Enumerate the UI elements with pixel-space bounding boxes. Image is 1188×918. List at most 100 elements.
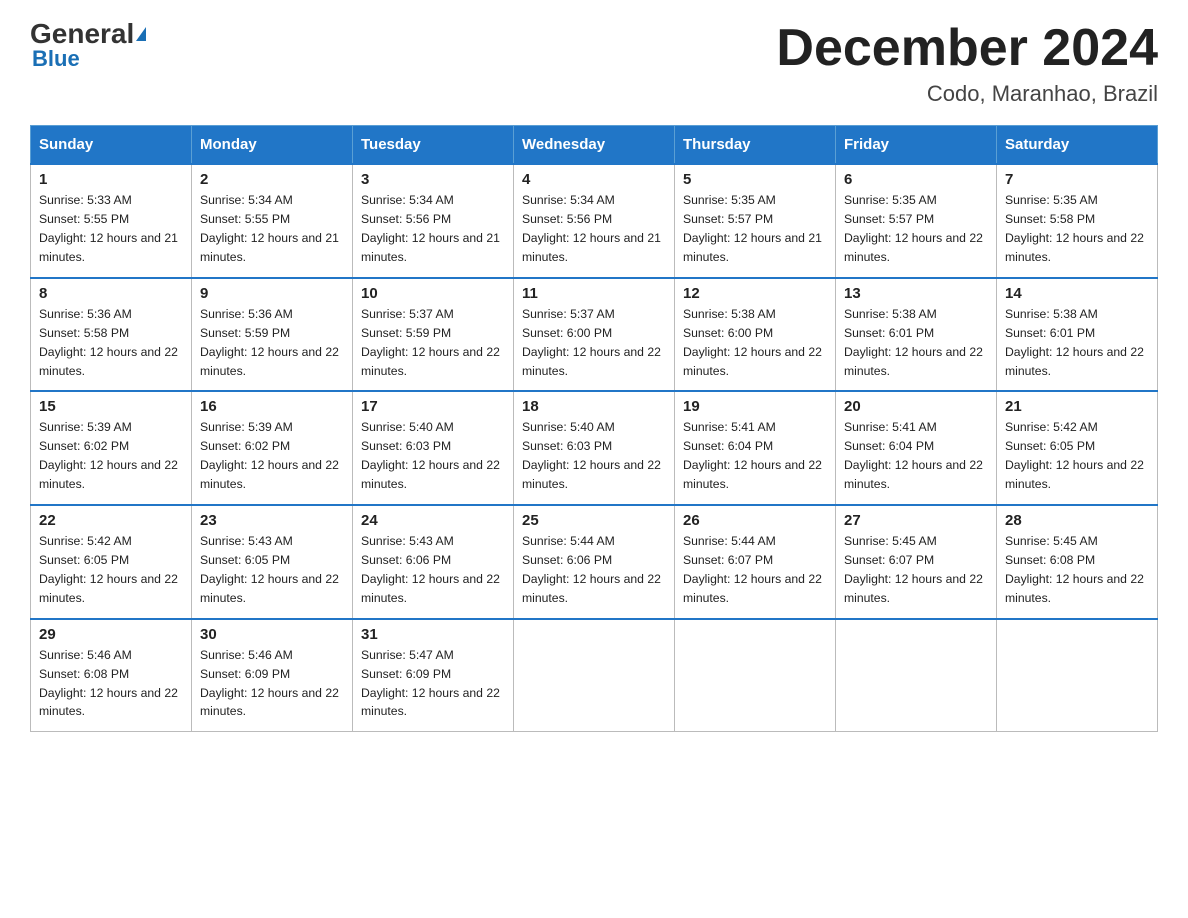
table-row: 15 Sunrise: 5:39 AMSunset: 6:02 PMDayligh…	[31, 391, 192, 505]
calendar-week-row: 29 Sunrise: 5:46 AMSunset: 6:08 PMDayligh…	[31, 619, 1158, 732]
table-row: 30 Sunrise: 5:46 AMSunset: 6:09 PMDayligh…	[192, 619, 353, 732]
day-number: 9	[200, 285, 344, 302]
calendar-week-row: 22 Sunrise: 5:42 AMSunset: 6:05 PMDayligh…	[31, 505, 1158, 619]
table-row: 23 Sunrise: 5:43 AMSunset: 6:05 PMDayligh…	[192, 505, 353, 619]
day-info: Sunrise: 5:38 AMSunset: 6:01 PMDaylight:…	[1005, 305, 1149, 381]
table-row: 25 Sunrise: 5:44 AMSunset: 6:06 PMDayligh…	[514, 505, 675, 619]
day-info: Sunrise: 5:43 AMSunset: 6:05 PMDaylight:…	[200, 532, 344, 608]
logo-blue-text: Blue	[32, 46, 80, 72]
day-info: Sunrise: 5:34 AMSunset: 5:56 PMDaylight:…	[522, 191, 666, 267]
day-info: Sunrise: 5:37 AMSunset: 6:00 PMDaylight:…	[522, 305, 666, 381]
calendar-week-row: 1 Sunrise: 5:33 AMSunset: 5:55 PMDaylight…	[31, 164, 1158, 278]
calendar-week-row: 8 Sunrise: 5:36 AMSunset: 5:58 PMDaylight…	[31, 278, 1158, 392]
table-row	[514, 619, 675, 732]
day-info: Sunrise: 5:38 AMSunset: 6:00 PMDaylight:…	[683, 305, 827, 381]
day-info: Sunrise: 5:44 AMSunset: 6:07 PMDaylight:…	[683, 532, 827, 608]
day-info: Sunrise: 5:33 AMSunset: 5:55 PMDaylight:…	[39, 191, 183, 267]
day-info: Sunrise: 5:36 AMSunset: 5:58 PMDaylight:…	[39, 305, 183, 381]
day-number: 28	[1005, 512, 1149, 529]
table-row: 9Sunrise: 5:36 AMSunset: 5:59 PMDaylight…	[192, 278, 353, 392]
day-number: 6	[844, 171, 988, 188]
day-number: 31	[361, 626, 505, 643]
day-number: 29	[39, 626, 183, 643]
day-number: 30	[200, 626, 344, 643]
table-row: 20Sunrise: 5:41 AMSunset: 6:04 PMDayligh…	[836, 391, 997, 505]
header-sunday: Sunday	[31, 126, 192, 165]
day-info: Sunrise: 5:39 AMSunset: 6:02 PMDaylight:…	[200, 418, 344, 494]
table-row	[997, 619, 1158, 732]
day-number: 5	[683, 171, 827, 188]
logo: General Blue	[30, 20, 146, 72]
table-row: 16 Sunrise: 5:39 AMSunset: 6:02 PMDayligh…	[192, 391, 353, 505]
day-info: Sunrise: 5:34 AMSunset: 5:56 PMDaylight:…	[361, 191, 505, 267]
day-info: Sunrise: 5:35 AMSunset: 5:57 PMDaylight:…	[683, 191, 827, 267]
table-row: 2 Sunrise: 5:34 AMSunset: 5:55 PMDaylight…	[192, 164, 353, 278]
day-number: 24	[361, 512, 505, 529]
day-info: Sunrise: 5:45 AMSunset: 6:08 PMDaylight:…	[1005, 532, 1149, 608]
day-info: Sunrise: 5:46 AMSunset: 6:08 PMDaylight:…	[39, 646, 183, 722]
day-info: Sunrise: 5:47 AMSunset: 6:09 PMDaylight:…	[361, 646, 505, 722]
day-number: 8	[39, 285, 183, 302]
table-row: 19 Sunrise: 5:41 AMSunset: 6:04 PMDayligh…	[675, 391, 836, 505]
day-info: Sunrise: 5:40 AMSunset: 6:03 PMDaylight:…	[361, 418, 505, 494]
day-info: Sunrise: 5:42 AMSunset: 6:05 PMDaylight:…	[39, 532, 183, 608]
page-header: General Blue December 2024 Codo, Maranha…	[30, 20, 1158, 107]
table-row: 18 Sunrise: 5:40 AMSunset: 6:03 PMDayligh…	[514, 391, 675, 505]
table-row: 11 Sunrise: 5:37 AMSunset: 6:00 PMDayligh…	[514, 278, 675, 392]
day-info: Sunrise: 5:39 AMSunset: 6:02 PMDaylight:…	[39, 418, 183, 494]
day-info: Sunrise: 5:44 AMSunset: 6:06 PMDaylight:…	[522, 532, 666, 608]
table-row: 8 Sunrise: 5:36 AMSunset: 5:58 PMDaylight…	[31, 278, 192, 392]
table-row: 13Sunrise: 5:38 AMSunset: 6:01 PMDayligh…	[836, 278, 997, 392]
table-row: 24Sunrise: 5:43 AMSunset: 6:06 PMDayligh…	[353, 505, 514, 619]
day-info: Sunrise: 5:41 AMSunset: 6:04 PMDaylight:…	[683, 418, 827, 494]
table-row: 12 Sunrise: 5:38 AMSunset: 6:00 PMDayligh…	[675, 278, 836, 392]
day-info: Sunrise: 5:40 AMSunset: 6:03 PMDaylight:…	[522, 418, 666, 494]
table-row: 6 Sunrise: 5:35 AMSunset: 5:57 PMDaylight…	[836, 164, 997, 278]
table-row: 27Sunrise: 5:45 AMSunset: 6:07 PMDayligh…	[836, 505, 997, 619]
day-info: Sunrise: 5:42 AMSunset: 6:05 PMDaylight:…	[1005, 418, 1149, 494]
day-info: Sunrise: 5:46 AMSunset: 6:09 PMDaylight:…	[200, 646, 344, 722]
day-number: 15	[39, 398, 183, 415]
header-tuesday: Tuesday	[353, 126, 514, 165]
calendar-title: December 2024	[776, 20, 1158, 77]
table-row: 7Sunrise: 5:35 AMSunset: 5:58 PMDaylight…	[997, 164, 1158, 278]
calendar-table: Sunday Monday Tuesday Wednesday Thursday…	[30, 125, 1158, 732]
day-number: 21	[1005, 398, 1149, 415]
day-number: 25	[522, 512, 666, 529]
day-number: 10	[361, 285, 505, 302]
table-row: 31 Sunrise: 5:47 AMSunset: 6:09 PMDayligh…	[353, 619, 514, 732]
day-info: Sunrise: 5:34 AMSunset: 5:55 PMDaylight:…	[200, 191, 344, 267]
header-wednesday: Wednesday	[514, 126, 675, 165]
calendar-subtitle: Codo, Maranhao, Brazil	[776, 81, 1158, 107]
day-number: 23	[200, 512, 344, 529]
table-row: 4 Sunrise: 5:34 AMSunset: 5:56 PMDaylight…	[514, 164, 675, 278]
day-info: Sunrise: 5:35 AMSunset: 5:57 PMDaylight:…	[844, 191, 988, 267]
day-info: Sunrise: 5:38 AMSunset: 6:01 PMDaylight:…	[844, 305, 988, 381]
calendar-week-row: 15 Sunrise: 5:39 AMSunset: 6:02 PMDayligh…	[31, 391, 1158, 505]
day-number: 26	[683, 512, 827, 529]
day-info: Sunrise: 5:37 AMSunset: 5:59 PMDaylight:…	[361, 305, 505, 381]
table-row: 10 Sunrise: 5:37 AMSunset: 5:59 PMDayligh…	[353, 278, 514, 392]
header-friday: Friday	[836, 126, 997, 165]
day-number: 4	[522, 171, 666, 188]
title-block: December 2024 Codo, Maranhao, Brazil	[776, 20, 1158, 107]
day-number: 12	[683, 285, 827, 302]
day-number: 22	[39, 512, 183, 529]
day-number: 2	[200, 171, 344, 188]
table-row	[675, 619, 836, 732]
table-row: 14 Sunrise: 5:38 AMSunset: 6:01 PMDayligh…	[997, 278, 1158, 392]
table-row: 28 Sunrise: 5:45 AMSunset: 6:08 PMDayligh…	[997, 505, 1158, 619]
day-info: Sunrise: 5:41 AMSunset: 6:04 PMDaylight:…	[844, 418, 988, 494]
table-row: 26 Sunrise: 5:44 AMSunset: 6:07 PMDayligh…	[675, 505, 836, 619]
day-number: 1	[39, 171, 183, 188]
day-info: Sunrise: 5:45 AMSunset: 6:07 PMDaylight:…	[844, 532, 988, 608]
day-number: 11	[522, 285, 666, 302]
logo-general-row: General	[30, 20, 146, 48]
table-row: 5 Sunrise: 5:35 AMSunset: 5:57 PMDaylight…	[675, 164, 836, 278]
day-number: 19	[683, 398, 827, 415]
day-number: 17	[361, 398, 505, 415]
day-number: 16	[200, 398, 344, 415]
day-number: 14	[1005, 285, 1149, 302]
day-number: 18	[522, 398, 666, 415]
calendar-header-row: Sunday Monday Tuesday Wednesday Thursday…	[31, 126, 1158, 165]
